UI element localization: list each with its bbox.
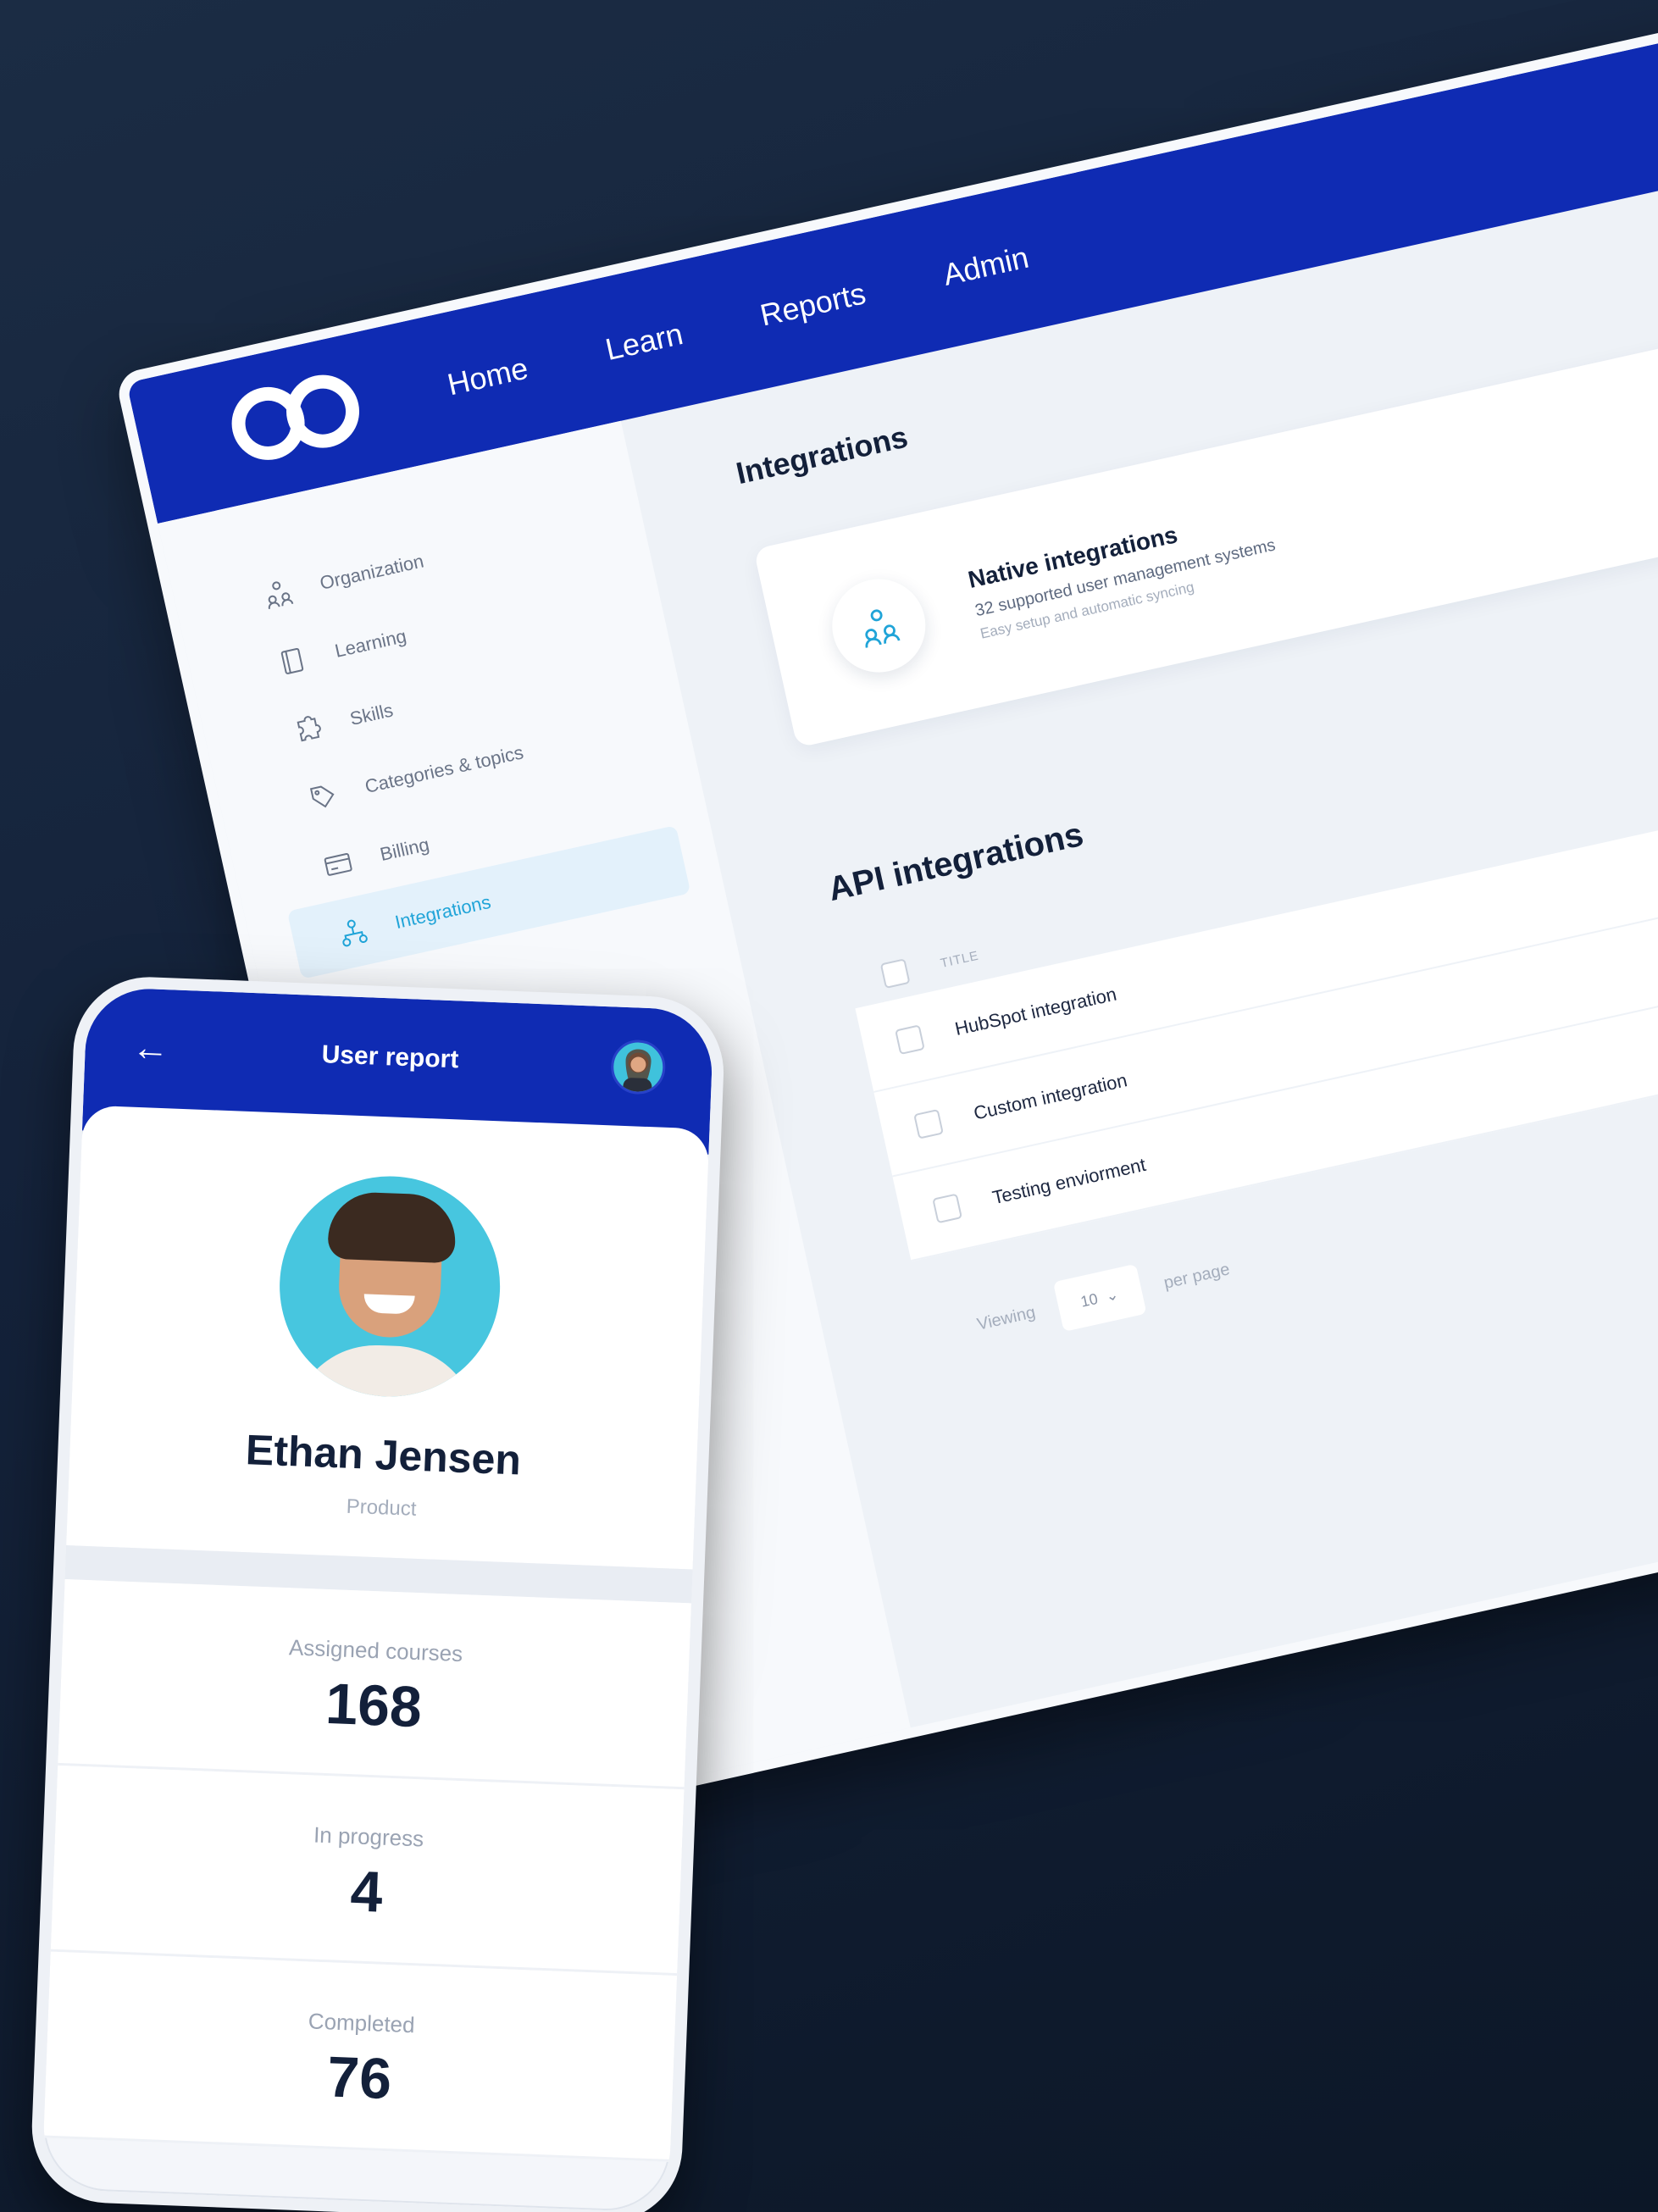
- row-title: Custom integration: [971, 1069, 1129, 1124]
- sidebar-item-label: Integrations: [392, 890, 493, 934]
- per-page-select[interactable]: 10 ⌄: [1052, 1263, 1147, 1333]
- organization-icon: [257, 572, 299, 614]
- sidebar-item-label: Categories & topics: [363, 741, 526, 798]
- stat-assigned-courses: Assigned courses 168: [58, 1579, 692, 1790]
- profile-section: Ethan Jensen Product: [66, 1105, 710, 1570]
- sidebar-item-label: Learning: [332, 624, 408, 662]
- user-name: Ethan Jensen: [244, 1426, 522, 1484]
- logo[interactable]: [225, 367, 374, 470]
- stat-completed: Completed 76: [43, 1951, 678, 2162]
- nav-admin[interactable]: Admin: [940, 240, 1032, 293]
- row-title: HubSpot integration: [952, 983, 1119, 1040]
- row-checkbox[interactable]: [932, 1193, 962, 1224]
- phone-mockup: ← User report Ethan Jensen Product Assig…: [29, 974, 727, 2212]
- pager-prefix: Viewing: [975, 1302, 1038, 1334]
- sidebar-item-label: Billing: [378, 833, 431, 866]
- billing-icon: [317, 843, 359, 885]
- integrations-icon: [332, 911, 374, 953]
- sidebar-item-label: Organization: [318, 550, 426, 594]
- sidebar-item-label: Skills: [347, 699, 396, 729]
- stat-value: 168: [324, 1671, 424, 1740]
- pager-suffix: per page: [1162, 1259, 1232, 1293]
- native-integrations-text: Native integrations 32 supported user ma…: [966, 501, 1283, 642]
- nav-reports[interactable]: Reports: [757, 275, 868, 333]
- user-role: Product: [346, 1494, 417, 1521]
- users-icon: [823, 569, 934, 682]
- nav-learn[interactable]: Learn: [602, 316, 686, 368]
- profile-avatar: [275, 1172, 505, 1401]
- tag-icon: [302, 775, 344, 818]
- puzzle-icon: [287, 707, 330, 750]
- row-checkbox[interactable]: [895, 1024, 925, 1056]
- row-title: Testing enviorment: [990, 1153, 1148, 1209]
- phone-title: User report: [321, 1040, 459, 1074]
- column-title: TITLE: [939, 948, 980, 971]
- book-icon: [272, 640, 314, 682]
- nav-home[interactable]: Home: [444, 351, 531, 403]
- avatar[interactable]: [610, 1039, 667, 1095]
- back-arrow-icon[interactable]: ←: [131, 1027, 170, 1071]
- stat-value: 76: [325, 2044, 393, 2112]
- stat-value: 4: [349, 1859, 385, 1925]
- chevron-down-icon: ⌄: [1103, 1284, 1120, 1305]
- stat-in-progress: In progress 4: [50, 1765, 685, 1976]
- select-all-checkbox[interactable]: [879, 958, 911, 990]
- row-checkbox[interactable]: [913, 1108, 944, 1139]
- stage: Home Learn Reports Admin Organization Le…: [0, 0, 1658, 2212]
- per-page-value: 10: [1079, 1289, 1100, 1311]
